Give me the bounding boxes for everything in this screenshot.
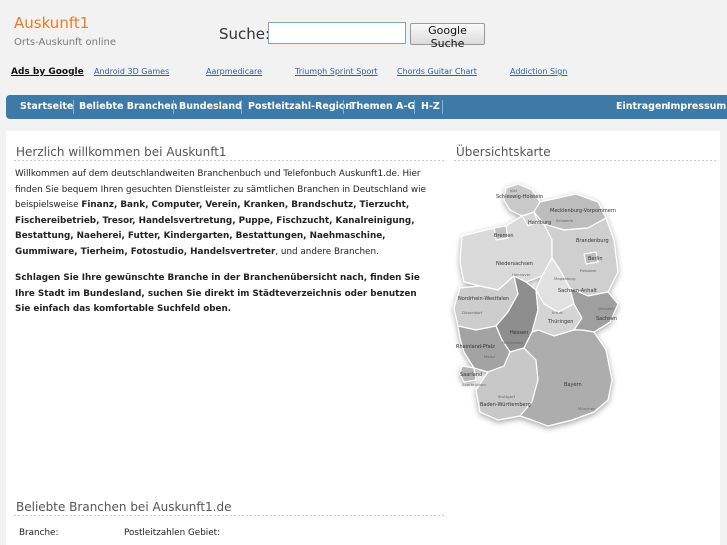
city-saarbruecken: Saarbrücken xyxy=(462,382,486,387)
nav-postleitzahl-region[interactable]: Postleitzahl-Region xyxy=(248,95,352,119)
nav-beliebte-branchen[interactable]: Beliebte Branchen xyxy=(79,95,177,119)
column-header-branche: Branche: xyxy=(19,528,59,538)
label-sachsen: Sachsen xyxy=(596,316,617,322)
label-mecklenburg-vorpommern: Mecklenburg-Vorpommern xyxy=(550,208,616,214)
welcome-divider xyxy=(14,160,444,161)
site-logo[interactable]: Auskunft1 xyxy=(14,14,89,32)
intro-outro: , und andere Branchen. xyxy=(275,246,379,257)
ad-link-aarpmedicare[interactable]: Aarpmedicare xyxy=(206,67,262,76)
nav-separator xyxy=(73,100,74,114)
city-potsdam: Potsdam xyxy=(580,268,597,273)
label-brandenburg: Brandenburg xyxy=(576,238,609,244)
label-baden-wuerttemberg: Baden-Württemberg xyxy=(480,402,531,408)
label-schleswig-holstein: Schleswig-Holstein xyxy=(496,194,543,200)
city-erfurt: Erfurt xyxy=(552,310,563,315)
label-berlin: Berlin xyxy=(588,256,603,262)
city-schwerin: Schwerin xyxy=(556,218,574,223)
nav-eintragen[interactable]: Eintragen xyxy=(616,95,668,119)
city-magdeburg: Magdeburg xyxy=(554,276,576,281)
map-divider xyxy=(454,160,718,161)
ad-link-triumph-sprint-sport[interactable]: Triumph Sprint Sport xyxy=(295,67,378,76)
label-nordrhein-westfalen: Nordrhein-Westfalen xyxy=(458,296,509,302)
germany-map: Schleswig-Holstein Mecklenburg-Vorpommer… xyxy=(453,183,619,427)
label-thueringen: Thüringen xyxy=(547,319,573,325)
nav-separator xyxy=(241,100,242,114)
nav-h-z[interactable]: H-Z xyxy=(421,95,440,119)
city-mainz: Mainz xyxy=(484,354,495,359)
popular-divider xyxy=(14,515,444,516)
nav-separator xyxy=(343,100,344,114)
google-search-button[interactable]: Google Suche xyxy=(410,23,485,50)
search-label: Suche: xyxy=(219,25,271,43)
nav-separator xyxy=(173,100,174,114)
ad-link-chords-guitar-chart[interactable]: Chords Guitar Chart xyxy=(397,67,477,76)
city-muenchen: München xyxy=(578,406,596,411)
label-hamburg: Hamburg xyxy=(528,220,551,226)
nav-bundesland[interactable]: Bundesland xyxy=(179,95,242,119)
label-sachsen-anhalt: Sachsen-Anhalt xyxy=(558,288,597,294)
nav-impressum[interactable]: Impressum xyxy=(667,95,726,119)
main-nav: Startseite Beliebte Branchen Bundesland … xyxy=(6,95,727,119)
ads-by-google-link[interactable]: Ads by Google xyxy=(11,67,84,77)
site-tagline: Orts-Auskunft online xyxy=(14,37,116,48)
welcome-text: Willkommen auf dem deutschlandweiten Bra… xyxy=(15,167,435,261)
nav-separator xyxy=(442,100,443,114)
label-rheinland-pfalz: Rheinland-Pfalz xyxy=(456,344,495,350)
map-state-niedersachsen[interactable] xyxy=(459,215,553,291)
ad-link-addiction-sign[interactable]: Addiction Sign xyxy=(510,67,567,76)
nav-startseite[interactable]: Startseite xyxy=(20,95,73,119)
nav-separator xyxy=(414,100,415,114)
label-saarland: Saarland xyxy=(460,372,482,378)
city-duesseldorf: Düsseldorf xyxy=(462,310,483,315)
welcome-cta: Schlagen Sie Ihre gewünschte Branche in … xyxy=(15,273,420,315)
popular-title: Beliebte Branchen bei Auskunft1.de xyxy=(16,500,232,514)
welcome-title: Herzlich willkommen bei Auskunft1 xyxy=(16,145,227,159)
city-dresden: Dresden xyxy=(598,306,614,311)
search-input[interactable] xyxy=(268,22,406,44)
map-title: Übersichtskarte xyxy=(456,145,551,159)
city-kiel: Kiel xyxy=(510,188,517,193)
city-wiesbaden: Wiesbaden xyxy=(502,340,524,345)
city-hannover: Hannover xyxy=(512,272,531,277)
city-stuttgart: Stuttgart xyxy=(498,394,516,399)
label-bremen: Bremen xyxy=(494,233,514,239)
label-niedersachsen: Niedersachsen xyxy=(496,261,533,267)
label-bayern: Bayern xyxy=(564,382,582,388)
nav-themen-a-g[interactable]: Themen A-G xyxy=(350,95,415,119)
header: Auskunft1 Orts-Auskunft online Suche: Go… xyxy=(0,0,727,95)
column-header-plz: Postleitzahlen Gebiet: xyxy=(124,528,221,538)
label-hessen: Hessen xyxy=(510,330,528,336)
ad-link-android-3d-games[interactable]: Android 3D Games xyxy=(94,67,169,76)
